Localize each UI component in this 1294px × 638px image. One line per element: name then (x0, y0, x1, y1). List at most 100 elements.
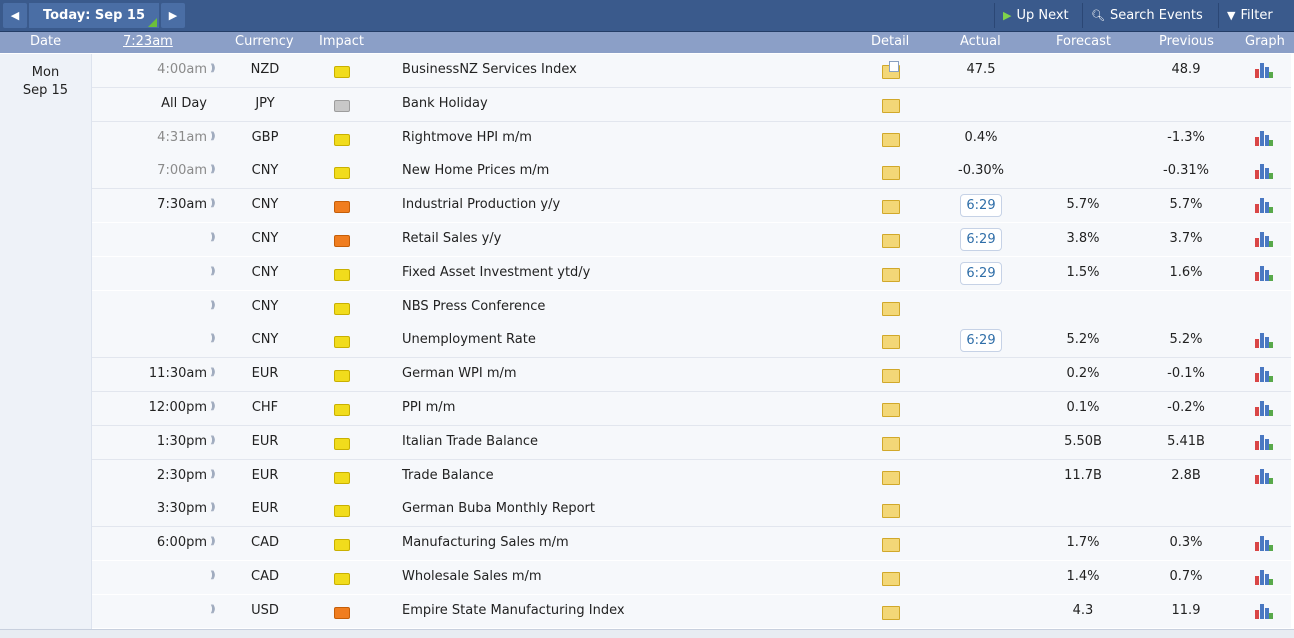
detail-folder-icon[interactable] (882, 302, 900, 316)
event-row[interactable]: ))) CNY Retail Sales y/y 6:29 3.8% 3.7% (92, 223, 1291, 256)
impact-folder-icon[interactable] (334, 66, 350, 78)
bar-chart-icon[interactable] (1255, 130, 1273, 146)
search-events-button[interactable]: 🔍︎ Search Events (1082, 3, 1216, 28)
impact-folder-icon[interactable] (334, 134, 350, 146)
bar-chart-icon[interactable] (1255, 332, 1273, 348)
sound-alert-icon[interactable]: ))) (210, 300, 220, 311)
countdown-badge[interactable]: 6:29 (960, 329, 1002, 352)
detail-folder-icon[interactable] (882, 606, 900, 620)
impact-folder-icon[interactable] (334, 573, 350, 585)
event-row[interactable]: ))) CAD Wholesale Sales m/m 1.4% 0.7% (92, 561, 1291, 594)
bar-chart-icon[interactable] (1255, 62, 1273, 78)
event-row[interactable]: 4:00am))) NZD BusinessNZ Services Index 47.… (92, 54, 1291, 88)
impact-folder-icon[interactable] (334, 336, 350, 348)
next-day-button[interactable]: ▶ (161, 3, 185, 28)
impact-folder-icon[interactable] (334, 201, 350, 213)
detail-folder-icon[interactable] (882, 403, 900, 417)
event-row[interactable]: ))) USD Empire State Manufacturing Index 4.… (92, 595, 1291, 628)
event-title[interactable]: Retail Sales y/y (402, 231, 501, 246)
event-title[interactable]: Unemployment Rate (402, 332, 536, 347)
sound-alert-icon[interactable]: ))) (210, 333, 220, 344)
event-row[interactable]: ))) CNY NBS Press Conference (92, 291, 1291, 324)
sound-alert-icon[interactable]: ))) (210, 502, 220, 513)
impact-folder-icon[interactable] (334, 404, 350, 416)
impact-folder-icon[interactable] (334, 303, 350, 315)
event-row[interactable]: 12:00pm))) CHF PPI m/m 0.1% -0.2% (92, 392, 1291, 426)
bar-chart-icon[interactable] (1255, 163, 1273, 179)
sound-alert-icon[interactable]: ))) (210, 131, 220, 142)
event-row[interactable]: 3:30pm))) EUR German Buba Monthly Report (92, 493, 1291, 527)
detail-folder-icon[interactable] (882, 369, 900, 383)
impact-folder-icon[interactable] (334, 607, 350, 619)
impact-folder-icon[interactable] (334, 505, 350, 517)
sound-alert-icon[interactable]: ))) (210, 164, 220, 175)
event-title[interactable]: Wholesale Sales m/m (402, 569, 542, 584)
detail-folder-icon[interactable] (882, 538, 900, 552)
event-title[interactable]: Industrial Production y/y (402, 197, 560, 212)
countdown-badge[interactable]: 6:29 (960, 194, 1002, 217)
bar-chart-icon[interactable] (1255, 535, 1273, 551)
sound-alert-icon[interactable]: ))) (210, 604, 220, 615)
event-row[interactable]: 1:30pm))) EUR Italian Trade Balance 5.50B 5.… (92, 426, 1291, 460)
filter-button[interactable]: ▼ Filter (1218, 3, 1294, 28)
impact-folder-icon[interactable] (334, 438, 350, 450)
event-row[interactable]: 7:30am))) CNY Industrial Production y/y 6:2… (92, 189, 1291, 222)
detail-folder-icon[interactable] (882, 504, 900, 518)
impact-folder-icon[interactable] (334, 472, 350, 484)
impact-folder-icon[interactable] (334, 269, 350, 281)
detail-folder-icon[interactable] (882, 166, 900, 180)
sound-alert-icon[interactable]: ))) (210, 570, 220, 581)
impact-folder-icon[interactable] (334, 370, 350, 382)
sound-alert-icon[interactable]: ))) (210, 469, 220, 480)
detail-folder-icon[interactable] (882, 234, 900, 248)
sound-alert-icon[interactable]: ))) (210, 198, 220, 209)
impact-folder-icon[interactable] (334, 167, 350, 179)
event-row[interactable]: 6:00pm))) CAD Manufacturing Sales m/m 1.7% 0… (92, 527, 1291, 560)
countdown-badge[interactable]: 6:29 (960, 262, 1002, 285)
sound-alert-icon[interactable]: ))) (210, 232, 220, 243)
bar-chart-icon[interactable] (1255, 197, 1273, 213)
detail-folder-icon[interactable] (882, 471, 900, 485)
detail-folder-icon[interactable] (882, 99, 900, 113)
up-next-button[interactable]: ▶ Up Next (994, 3, 1090, 28)
bar-chart-icon[interactable] (1255, 265, 1273, 281)
event-title[interactable]: Bank Holiday (402, 96, 488, 111)
sound-alert-icon[interactable]: ))) (210, 367, 220, 378)
event-row[interactable]: ))) CNY Unemployment Rate 6:29 5.2% 5.2% (92, 324, 1291, 358)
event-title[interactable]: New Home Prices m/m (402, 163, 549, 178)
bar-chart-icon[interactable] (1255, 468, 1273, 484)
bar-chart-icon[interactable] (1255, 366, 1273, 382)
detail-folder-icon[interactable] (882, 200, 900, 214)
event-row[interactable]: All Day JPY Bank Holiday (92, 88, 1291, 122)
event-title[interactable]: Italian Trade Balance (402, 434, 538, 449)
event-title[interactable]: NBS Press Conference (402, 299, 545, 314)
sound-alert-icon[interactable]: ))) (210, 435, 220, 446)
bar-chart-icon[interactable] (1255, 603, 1273, 619)
bar-chart-icon[interactable] (1255, 400, 1273, 416)
sound-alert-icon[interactable]: ))) (210, 536, 220, 547)
event-row[interactable]: 11:30am))) EUR German WPI m/m 0.2% -0.1% (92, 358, 1291, 392)
col-time[interactable]: 7:23am (123, 34, 173, 49)
event-title[interactable]: Empire State Manufacturing Index (402, 603, 625, 618)
bar-chart-icon[interactable] (1255, 569, 1273, 585)
event-title[interactable]: BusinessNZ Services Index (402, 62, 577, 77)
previous-day-button[interactable]: ◀ (3, 3, 27, 28)
today-button[interactable]: Today: Sep 15 (29, 3, 159, 28)
detail-folder-icon[interactable] (882, 437, 900, 451)
detail-folder-icon[interactable] (882, 133, 900, 147)
event-title[interactable]: Manufacturing Sales m/m (402, 535, 569, 550)
event-row[interactable]: 4:31am))) GBP Rightmove HPI m/m 0.4% -1.3% (92, 122, 1291, 156)
event-title[interactable]: Trade Balance (402, 468, 494, 483)
bar-chart-icon[interactable] (1255, 434, 1273, 450)
impact-folder-icon[interactable] (334, 539, 350, 551)
sound-alert-icon[interactable]: ))) (210, 266, 220, 277)
event-title[interactable]: PPI m/m (402, 400, 455, 415)
event-title[interactable]: Rightmove HPI m/m (402, 130, 532, 145)
event-row[interactable]: 7:00am))) CNY New Home Prices m/m -0.30% -0.… (92, 155, 1291, 189)
sound-alert-icon[interactable]: ))) (210, 401, 220, 412)
detail-folder-icon[interactable] (882, 335, 900, 349)
detail-folder-icon[interactable] (882, 572, 900, 586)
impact-folder-icon[interactable] (334, 100, 350, 112)
event-title[interactable]: Fixed Asset Investment ytd/y (402, 265, 590, 280)
impact-folder-icon[interactable] (334, 235, 350, 247)
